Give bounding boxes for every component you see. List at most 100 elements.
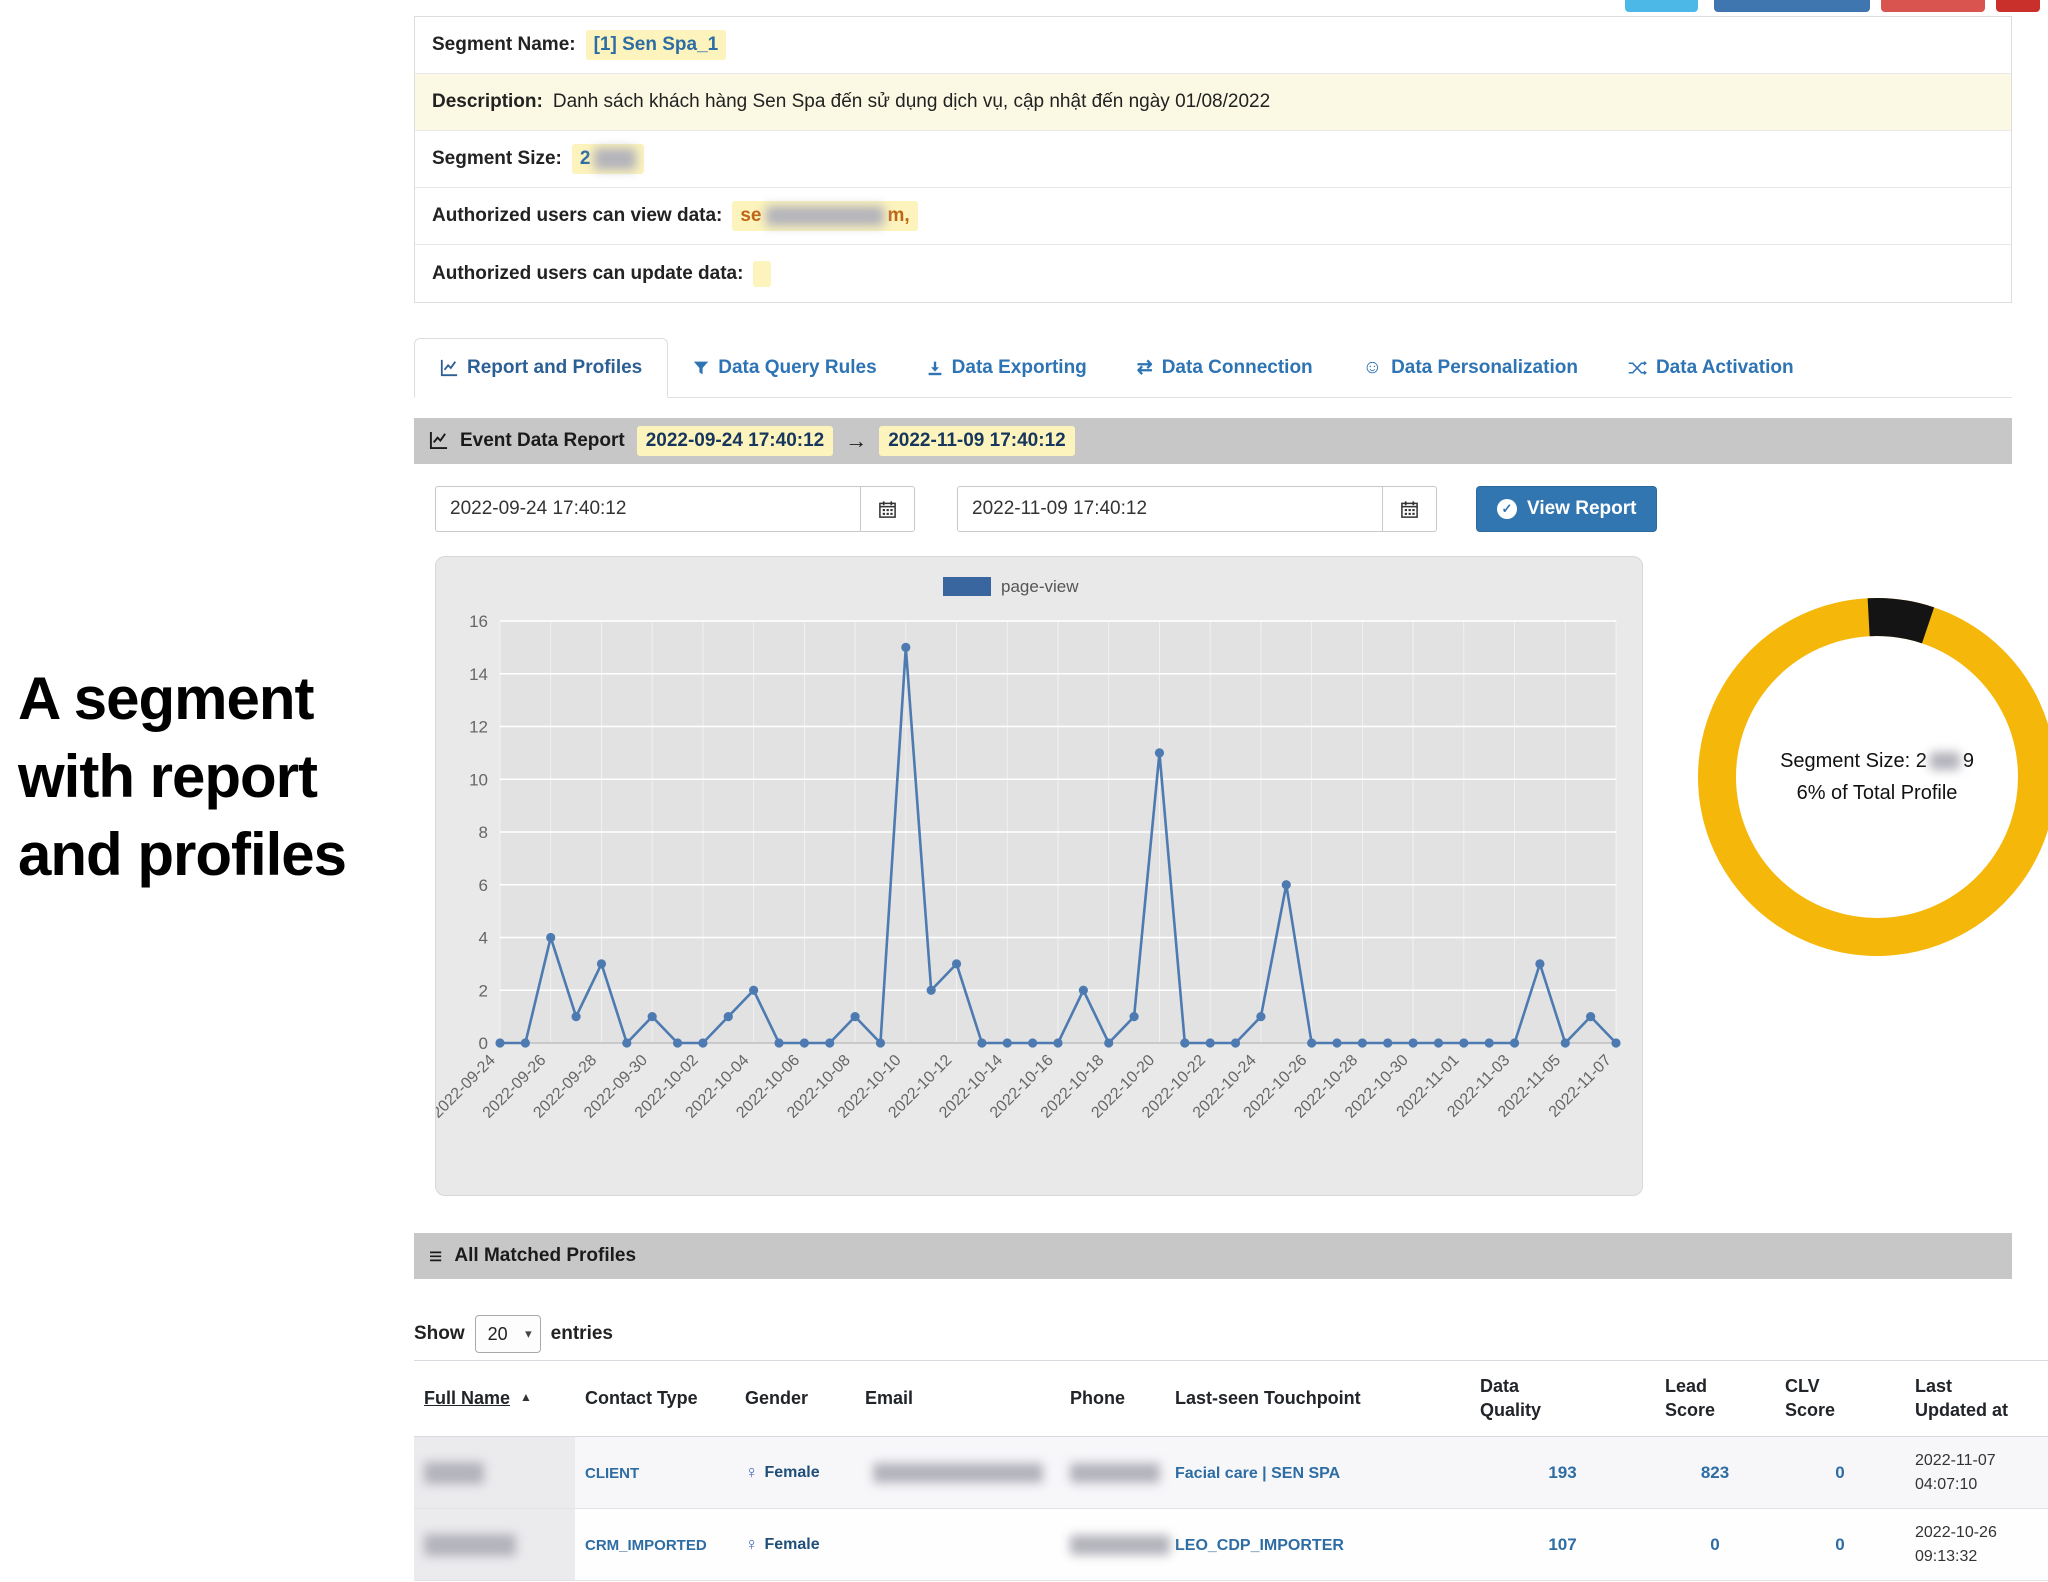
- segment-name-row: Segment Name: [1] Sen Spa_1: [415, 17, 2011, 74]
- description-label: Description:: [432, 91, 543, 112]
- tab-data-exporting[interactable]: Data Exporting: [902, 338, 1112, 397]
- annotation-caption: A segment with report and profiles: [18, 660, 347, 894]
- authorized-update-row: Authorized users can update data:: [415, 245, 2011, 302]
- email-cell: [855, 1508, 1060, 1581]
- column-header-phone[interactable]: Phone: [1060, 1360, 1165, 1437]
- list-icon: ≡: [429, 1242, 443, 1269]
- entries-label: entries: [550, 1323, 613, 1344]
- entries-select[interactable]: 20 ▾: [474, 1315, 541, 1353]
- authorized-update-label: Authorized users can update data:: [432, 262, 744, 284]
- redacted-blur: [765, 206, 884, 226]
- svg-text:2: 2: [479, 981, 488, 1000]
- calendar-icon[interactable]: [1382, 487, 1436, 531]
- female-icon: ♀: [745, 1534, 759, 1554]
- column-header-clv-score[interactable]: CLV Score: [1775, 1360, 1905, 1437]
- chart-line-icon: [440, 359, 458, 378]
- svg-text:0: 0: [479, 1034, 488, 1053]
- redacted-blur: [1070, 1535, 1170, 1556]
- redacted-blur: [424, 1461, 484, 1484]
- email-cell: [855, 1436, 1060, 1509]
- donut-center-label: Segment Size: 2 9 6% of Total Profile: [1687, 587, 2048, 967]
- view-report-button[interactable]: ✓ View Report: [1476, 486, 1658, 532]
- svg-text:14: 14: [469, 665, 488, 684]
- column-header-gender[interactable]: Gender: [735, 1360, 855, 1437]
- column-header-last-updated[interactable]: Last Updated at: [1905, 1360, 2048, 1437]
- report-date-from: 2022-09-24 17:40:12: [636, 426, 834, 456]
- tab-label: Report and Profiles: [467, 357, 643, 378]
- tab-data-query-rules[interactable]: Data Query Rules: [668, 338, 901, 397]
- date-to-input[interactable]: 2022-11-09 17:40:12: [957, 486, 1437, 532]
- tab-data-activation[interactable]: Data Activation: [1603, 338, 1819, 397]
- redacted-blur: [1929, 752, 1960, 770]
- chart-canvas: 2022-09-24 2022-09-26 2022-09-28 2022-09-30…: [436, 557, 1642, 1195]
- tab-label: Data Activation: [1655, 356, 1794, 378]
- filter-icon: [693, 358, 709, 377]
- touchpoint-cell[interactable]: Facial care | SEN SPA: [1165, 1436, 1470, 1509]
- tab-label: Data Query Rules: [718, 356, 877, 378]
- column-header-lead-score[interactable]: Lead Score: [1655, 1360, 1775, 1437]
- redacted-blur: [872, 1463, 1043, 1484]
- donut-percent-label: 6% of Total Profile: [1796, 781, 1958, 804]
- table-row[interactable]: CRM_IMPORTED ♀ Female LEO_CDP_IMPORTER 10…: [414, 1508, 2048, 1581]
- topbar-button-1[interactable]: [1625, 0, 1698, 12]
- calendar-icon[interactable]: [860, 487, 914, 531]
- tab-label: Data Exporting: [951, 356, 1087, 378]
- screenshot-root: A segment with report and profiles Segme…: [0, 0, 2048, 1582]
- tab-data-personalization[interactable]: ☺ Data Personalization: [1338, 338, 1603, 397]
- tab-report-and-profiles[interactable]: Report and Profiles: [414, 338, 669, 398]
- topbar-button-2[interactable]: [1714, 0, 1870, 12]
- segment-size-value: 2: [571, 144, 645, 174]
- lead-score-cell: 0: [1655, 1508, 1775, 1581]
- donut-size-prefix: Segment Size: 2: [1780, 749, 1927, 772]
- page-size-control: Show 20 ▾ entries: [414, 1315, 613, 1353]
- authorized-view-row: Authorized users can view data: se m,: [415, 188, 2011, 245]
- redacted-blur: [424, 1533, 516, 1556]
- date-from-input[interactable]: 2022-09-24 17:40:12: [435, 486, 915, 532]
- event-data-report-bar: Event Data Report 2022-09-24 17:40:12 → …: [414, 418, 2012, 464]
- column-header-contact-type[interactable]: Contact Type: [575, 1360, 735, 1437]
- full-name-cell[interactable]: [414, 1508, 575, 1581]
- column-header-email[interactable]: Email: [855, 1360, 1060, 1437]
- segment-size-donut: Segment Size: 2 9 6% of Total Profile: [1687, 587, 2048, 967]
- segment-name-value: [1] Sen Spa_1: [585, 30, 727, 60]
- full-name-cell[interactable]: [414, 1436, 575, 1509]
- column-header-data-quality[interactable]: Data Quality: [1470, 1360, 1655, 1437]
- caption-line: A segment: [18, 665, 315, 732]
- column-header-full-name[interactable]: Full Name ▲: [414, 1360, 575, 1437]
- profiles-table: Full Name ▲ Contact Type Gender Email Pho…: [414, 1360, 2048, 1581]
- shuffle-icon: [1628, 358, 1647, 377]
- contact-type-cell: CRM_IMPORTED: [575, 1508, 735, 1581]
- caption-line: and profiles: [18, 821, 347, 888]
- topbar-button-3[interactable]: [1881, 0, 1985, 12]
- last-updated-cell: 2022-11-07 04:07:10: [1905, 1436, 2048, 1509]
- report-date-to: 2022-11-09 17:40:12: [879, 426, 1075, 456]
- topbar-button-4[interactable]: [1996, 0, 2040, 12]
- caption-line: with report: [18, 743, 318, 810]
- download-icon: [927, 358, 943, 377]
- chart-line-icon: [429, 430, 448, 452]
- contact-type-cell: CLIENT: [575, 1436, 735, 1509]
- clv-score-cell: 0: [1775, 1436, 1905, 1509]
- entries-select-value: 20: [487, 1323, 508, 1344]
- view-report-label: View Report: [1527, 498, 1637, 519]
- authorized-update-value: [753, 260, 772, 287]
- touchpoint-cell[interactable]: LEO_CDP_IMPORTER: [1165, 1508, 1470, 1581]
- svg-text:16: 16: [469, 612, 488, 631]
- check-circle-icon: ✓: [1497, 499, 1517, 519]
- clv-score-cell: 0: [1775, 1508, 1905, 1581]
- column-header-touchpoint[interactable]: Last-seen Touchpoint: [1165, 1360, 1470, 1437]
- gender-cell: ♀ Female: [735, 1508, 855, 1581]
- data-quality-cell: 107: [1470, 1508, 1655, 1581]
- redacted-blur: [594, 148, 637, 170]
- tab-data-connection[interactable]: ⇄ Data Connection: [1112, 338, 1338, 397]
- tab-label: Data Connection: [1161, 356, 1313, 378]
- table-row[interactable]: CLIENT ♀ Female Facial care | SEN SPA 193…: [414, 1436, 2048, 1509]
- date-to-value: 2022-11-09 17:40:12: [972, 498, 1148, 519]
- page-view-chart: 2022-09-24 2022-09-26 2022-09-28 2022-09-30…: [435, 556, 1643, 1196]
- smiley-icon: ☺: [1362, 357, 1383, 378]
- authorized-view-value: se m,: [732, 201, 918, 231]
- svg-text:12: 12: [469, 718, 488, 737]
- segment-size-label: Segment Size:: [432, 148, 562, 169]
- all-matched-profiles-bar: ≡ All Matched Profiles: [414, 1233, 2012, 1279]
- profiles-section-title: All Matched Profiles: [454, 1245, 637, 1266]
